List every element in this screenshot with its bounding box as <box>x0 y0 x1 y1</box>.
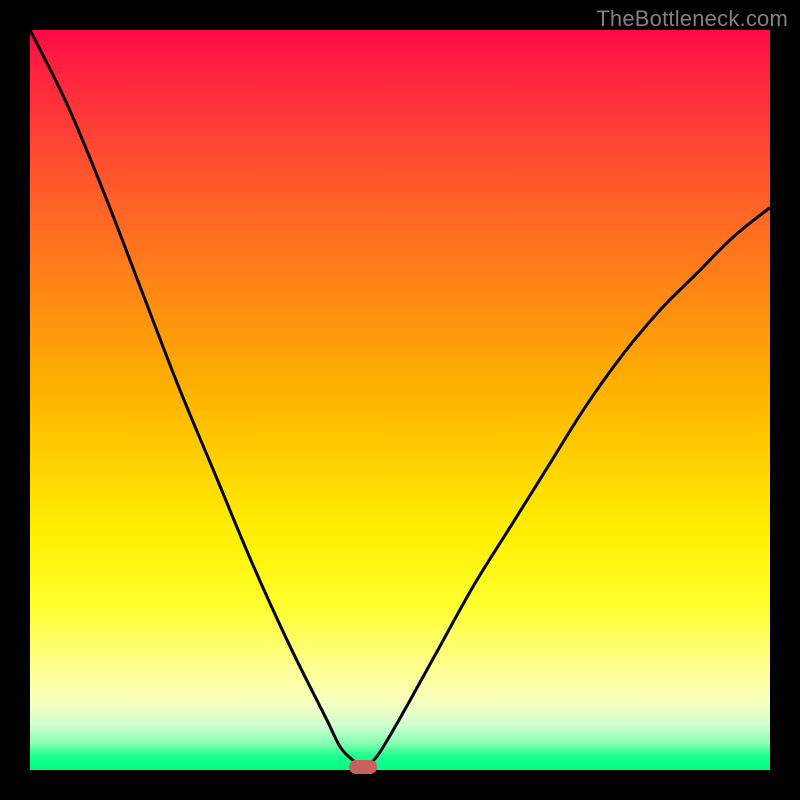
bottleneck-curve-left <box>30 30 363 770</box>
watermark-label: TheBottleneck.com <box>596 6 788 32</box>
chart-container: TheBottleneck.com <box>0 0 800 800</box>
optimal-marker <box>349 760 377 774</box>
bottleneck-curve-right <box>363 208 770 770</box>
plot-area <box>30 30 770 770</box>
curve-svg <box>30 30 770 770</box>
